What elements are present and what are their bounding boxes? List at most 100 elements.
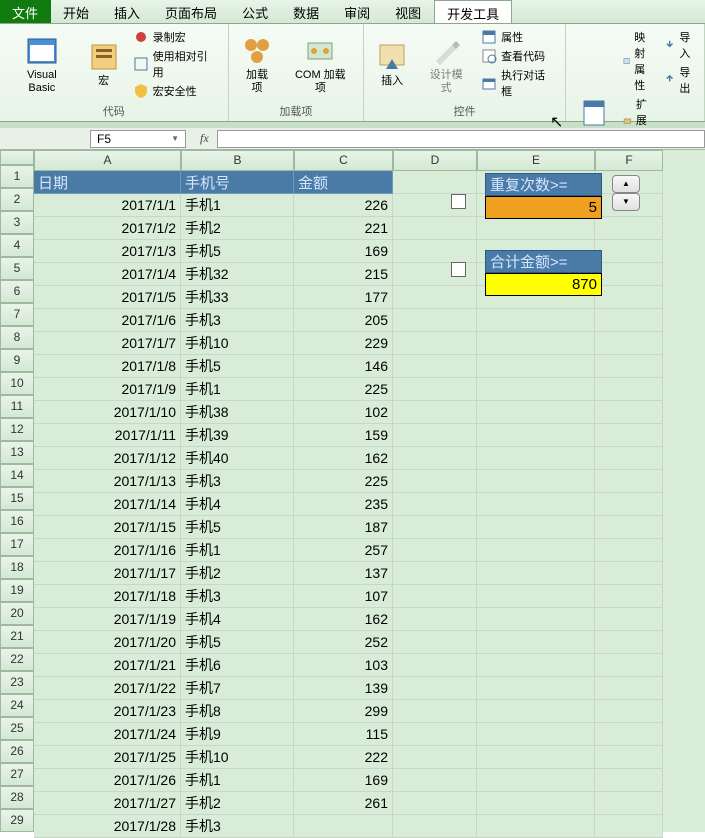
cell[interactable]: 2017/1/4 (34, 263, 181, 286)
cell[interactable] (595, 516, 663, 539)
tab-item[interactable]: 开始 (51, 0, 102, 23)
cell[interactable] (477, 815, 595, 838)
cell[interactable] (393, 677, 477, 700)
row-header[interactable]: 9 (0, 349, 34, 372)
tab-item[interactable]: 开发工具 (434, 0, 512, 23)
cell[interactable]: 187 (294, 516, 393, 539)
cell[interactable] (477, 654, 595, 677)
tab-item[interactable]: 数据 (281, 0, 332, 23)
cell[interactable]: 2017/1/19 (34, 608, 181, 631)
cell[interactable] (393, 631, 477, 654)
cell[interactable]: 手机32 (181, 263, 294, 286)
row-header[interactable]: 15 (0, 487, 34, 510)
cell[interactable] (393, 240, 477, 263)
cell[interactable]: 2017/1/17 (34, 562, 181, 585)
cell[interactable] (595, 332, 663, 355)
cell[interactable]: 手机3 (181, 585, 294, 608)
cell[interactable] (477, 401, 595, 424)
spinner-down-button[interactable]: ▼ (612, 193, 640, 211)
cell[interactable]: 2017/1/16 (34, 539, 181, 562)
cell[interactable] (393, 470, 477, 493)
fx-icon[interactable]: fx (200, 131, 209, 146)
cell[interactable] (595, 217, 663, 240)
cell[interactable] (477, 355, 595, 378)
row-header[interactable]: 28 (0, 786, 34, 809)
row-header[interactable]: 20 (0, 602, 34, 625)
cell[interactable] (477, 539, 595, 562)
cell[interactable]: 169 (294, 769, 393, 792)
cell[interactable]: 手机3 (181, 309, 294, 332)
map-props-button[interactable]: 映射属性 (620, 28, 657, 94)
cell[interactable] (477, 470, 595, 493)
cell[interactable] (393, 286, 477, 309)
cell[interactable]: 261 (294, 792, 393, 815)
cell[interactable] (595, 723, 663, 746)
cell[interactable]: 手机1 (181, 194, 294, 217)
cell[interactable]: 159 (294, 424, 393, 447)
cell[interactable]: 225 (294, 470, 393, 493)
cell[interactable] (294, 815, 393, 838)
cell[interactable]: 2017/1/18 (34, 585, 181, 608)
cell[interactable]: 手机2 (181, 562, 294, 585)
cell[interactable]: 手机10 (181, 746, 294, 769)
cell[interactable]: 手机5 (181, 355, 294, 378)
cell[interactable] (595, 424, 663, 447)
cell[interactable]: 手机39 (181, 424, 294, 447)
cell[interactable]: 手机10 (181, 332, 294, 355)
row-header[interactable]: 6 (0, 280, 34, 303)
export-button[interactable]: 导出 (661, 63, 698, 97)
cell[interactable] (477, 700, 595, 723)
cell[interactable]: 手机8 (181, 700, 294, 723)
cell[interactable]: 手机5 (181, 631, 294, 654)
cell[interactable]: 115 (294, 723, 393, 746)
cell[interactable]: 2017/1/10 (34, 401, 181, 424)
row-header[interactable]: 27 (0, 763, 34, 786)
cell[interactable] (393, 562, 477, 585)
cell[interactable]: 手机33 (181, 286, 294, 309)
select-all-corner[interactable] (0, 150, 34, 165)
cell[interactable]: 手机9 (181, 723, 294, 746)
row-header[interactable]: 21 (0, 625, 34, 648)
cell[interactable] (595, 746, 663, 769)
row-header[interactable]: 18 (0, 556, 34, 579)
row-header[interactable]: 16 (0, 510, 34, 533)
run-dialog-button[interactable]: 执行对话框 (478, 66, 559, 100)
row-header[interactable]: 7 (0, 303, 34, 326)
cell[interactable]: 2017/1/8 (34, 355, 181, 378)
cell[interactable] (393, 493, 477, 516)
cell[interactable] (393, 401, 477, 424)
cell[interactable] (595, 585, 663, 608)
cell[interactable]: 2017/1/11 (34, 424, 181, 447)
row-header[interactable]: 10 (0, 372, 34, 395)
spinner-up-button[interactable]: ▲ (612, 175, 640, 193)
relative-ref-button[interactable]: 使用相对引用 (130, 47, 222, 81)
cell[interactable]: 2017/1/25 (34, 746, 181, 769)
record-macro-button[interactable]: 录制宏 (130, 28, 222, 46)
cell[interactable]: 222 (294, 746, 393, 769)
cell[interactable]: 2017/1/22 (34, 677, 181, 700)
cell[interactable]: 2017/1/9 (34, 378, 181, 401)
cell[interactable]: 257 (294, 539, 393, 562)
cell[interactable] (393, 792, 477, 815)
cell[interactable] (477, 746, 595, 769)
cell[interactable]: 手机3 (181, 815, 294, 838)
cell[interactable] (595, 792, 663, 815)
com-addins-button[interactable]: COM 加载项 (284, 28, 358, 101)
cell[interactable] (393, 654, 477, 677)
cell[interactable] (477, 309, 595, 332)
cell[interactable] (595, 562, 663, 585)
tab-item[interactable]: 审阅 (332, 0, 383, 23)
visual-basic-button[interactable]: Visual Basic (6, 28, 78, 101)
cell[interactable] (393, 608, 477, 631)
cell[interactable]: 2017/1/21 (34, 654, 181, 677)
cell[interactable]: 手机1 (181, 378, 294, 401)
cell[interactable]: 2017/1/6 (34, 309, 181, 332)
row-header[interactable]: 5 (0, 257, 34, 280)
name-box[interactable]: F5▼ (90, 130, 186, 148)
cell[interactable]: 2017/1/27 (34, 792, 181, 815)
cell[interactable] (595, 401, 663, 424)
cell[interactable] (393, 516, 477, 539)
cell[interactable] (393, 585, 477, 608)
column-header[interactable]: D (393, 150, 477, 171)
sum-checkbox[interactable] (451, 262, 466, 277)
